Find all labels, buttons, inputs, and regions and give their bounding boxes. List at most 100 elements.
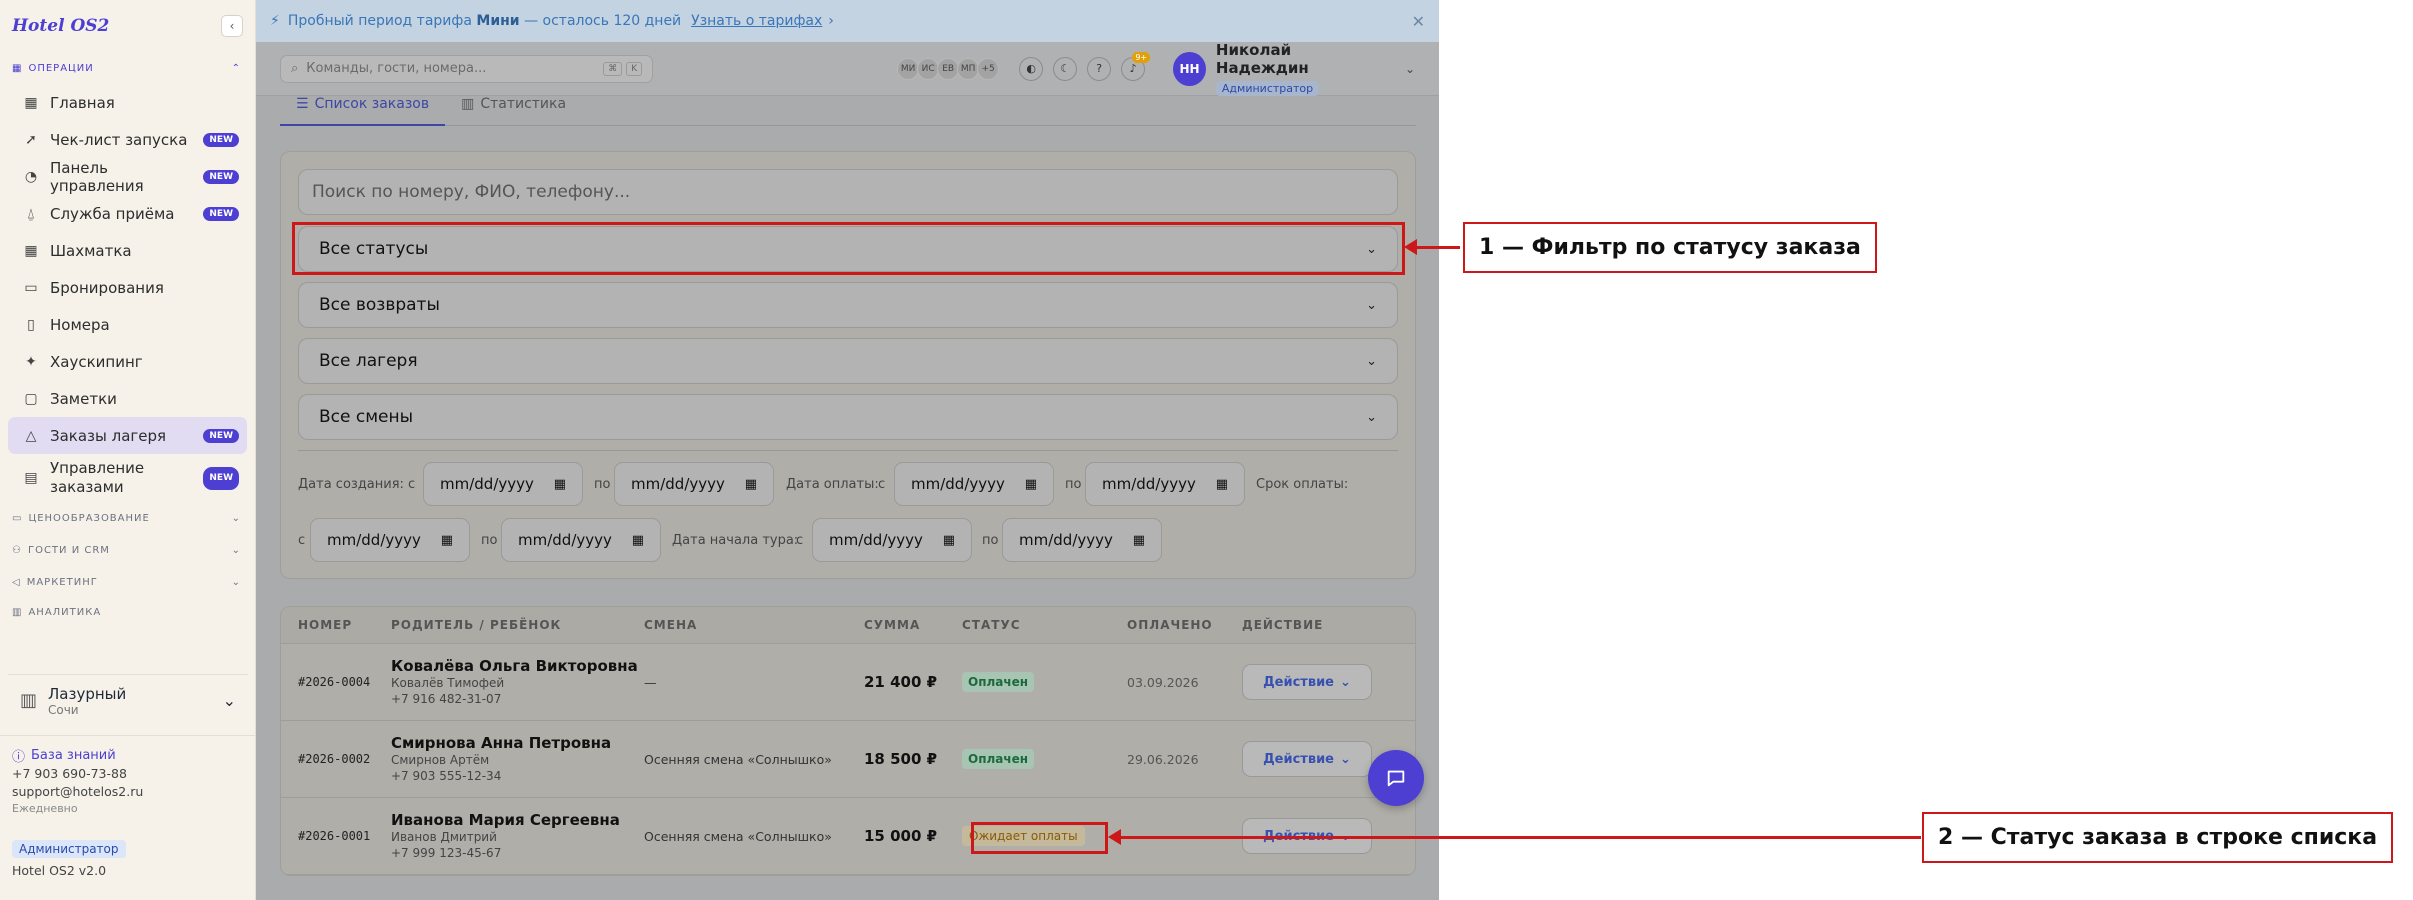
status-badge: Оплачен xyxy=(962,672,1035,692)
col-number[interactable]: НОМЕР xyxy=(281,618,391,632)
support-phone[interactable]: +7 903 690-73-88 xyxy=(12,766,244,784)
calendar-icon: ▦ xyxy=(440,532,453,548)
camps-filter-select[interactable]: Все лагеря ⌄ xyxy=(298,338,1398,384)
sidebar-item-notes[interactable]: ▢ Заметки xyxy=(8,380,247,417)
calendar-icon: ▦ xyxy=(942,532,955,548)
close-banner-button[interactable]: ✕ xyxy=(1412,12,1425,31)
order-shift: Осенняя смена «Солнышко» xyxy=(644,828,832,844)
sidebar-item-camp-orders[interactable]: △ Заказы лагеря NEW xyxy=(8,417,247,454)
sidebar-item-housekeeping[interactable]: ✦ Хаускипинг xyxy=(8,343,247,380)
tent-icon: △ xyxy=(25,427,37,444)
section-marketing[interactable]: ◁ МАРКЕТИНГ ⌄ xyxy=(0,566,255,598)
paid-to-date-input[interactable]: mm/dd/yyyy ▦ xyxy=(1085,462,1245,506)
collapse-sidebar-button[interactable]: ‹ xyxy=(221,15,243,37)
moon-icon[interactable]: ☾ xyxy=(1053,56,1078,81)
section-analytics[interactable]: ▥ АНАЛИТИКА xyxy=(0,598,255,618)
from-label: с xyxy=(298,533,306,548)
action-button[interactable]: Действие ⌄ xyxy=(1242,741,1372,777)
shifts-filter-select[interactable]: Все смены ⌄ xyxy=(298,394,1398,440)
palette-icon[interactable]: ◐ xyxy=(1019,56,1044,81)
sparkle-icon: ✦ xyxy=(25,353,37,370)
chevron-down-icon: ⌄ xyxy=(231,544,241,556)
section-guests-crm-label: ГОСТИ И CRM xyxy=(27,544,110,556)
sidebar-item-rooms[interactable]: ▯ Номера xyxy=(8,306,247,343)
megaphone-icon: ◁ xyxy=(12,576,21,588)
col-parent-child[interactable]: РОДИТЕЛЬ / РЕБЁНОК xyxy=(391,618,644,632)
col-action: ДЕЙСТВИЕ xyxy=(1242,618,1324,632)
from-label: с xyxy=(796,533,804,548)
calendar-icon: ▦ xyxy=(1132,532,1145,548)
gauge-icon: ◔ xyxy=(24,168,38,185)
col-status[interactable]: СТАТУС xyxy=(962,618,1127,632)
avatar: ИС xyxy=(917,57,940,80)
rocket-icon: ➚ xyxy=(25,131,37,148)
date-placeholder: mm/dd/yyyy xyxy=(1102,475,1196,493)
hotel-city: Сочи xyxy=(48,702,79,717)
table-row[interactable]: #2026-0002 Смирнова Анна Петровна Смирно… xyxy=(281,721,1415,798)
col-paid[interactable]: ОПЛАЧЕНО xyxy=(1127,618,1242,632)
from-label: с xyxy=(408,477,416,492)
order-number: #2026-0002 xyxy=(298,752,371,766)
orders-search-input[interactable]: Поиск по номеру, ФИО, телефону... xyxy=(298,169,1398,215)
sidebar-item-order-management[interactable]: ▤ Управление заказами NEW xyxy=(8,454,247,502)
avatar: ЕВ xyxy=(937,57,960,80)
to-label: по xyxy=(1065,477,1082,492)
date-placeholder: mm/dd/yyyy xyxy=(911,475,1005,493)
returns-filter-select[interactable]: Все возвраты ⌄ xyxy=(298,282,1398,328)
col-sum[interactable]: СУММА xyxy=(864,618,962,632)
chevron-down-icon: ⌄ xyxy=(231,576,241,588)
chevron-down-icon: ⌄ xyxy=(1366,409,1377,425)
bell-icon[interactable]: ♪ 9+ xyxy=(1121,51,1151,81)
banner-plan: Мини xyxy=(476,13,520,29)
due-from-date-input[interactable]: mm/dd/yyyy ▦ xyxy=(310,518,470,562)
section-guests-crm[interactable]: ⚇ ГОСТИ И CRM ⌄ xyxy=(0,534,255,566)
sidebar-item-front-desk[interactable]: ⍙ Служба приёма NEW xyxy=(8,195,247,232)
online-users[interactable]: МИ ИС ЕВ МП +5 xyxy=(897,57,1000,80)
list-icon: ☰ xyxy=(296,96,309,112)
tour-from-date-input[interactable]: mm/dd/yyyy ▦ xyxy=(812,518,972,562)
order-sum: 21 400 ₽ xyxy=(864,673,938,691)
book-icon: ▭ xyxy=(24,279,38,296)
calendar-icon: ▦ xyxy=(744,476,757,492)
command-search-input[interactable]: ⌕ Команды, гости, номера... ⌘ K xyxy=(280,54,654,83)
chat-button[interactable] xyxy=(1368,750,1424,806)
hotel-selector[interactable]: ▥ Лазурный Сочи ⌄ xyxy=(8,674,248,726)
section-pricing[interactable]: ▭ ЦЕНООБРАЗОВАНИЕ ⌄ xyxy=(0,502,255,534)
sidebar-item-label: Бронирования xyxy=(50,278,164,297)
pricing-link[interactable]: Узнать о тарифах xyxy=(691,13,822,29)
sidebar-item-launch-checklist[interactable]: ➚ Чек-лист запуска NEW xyxy=(8,121,247,158)
camps-filter-value: Все лагеря xyxy=(319,351,418,371)
paid-date: 29.06.2026 xyxy=(1127,751,1199,767)
sidebar-item-home[interactable]: ▦ Главная xyxy=(8,84,247,121)
user-menu[interactable]: НН Николай Надеждин Администратор ⌄ xyxy=(1173,41,1415,96)
help-icon[interactable]: ? xyxy=(1087,56,1112,81)
sidebar-item-dashboard[interactable]: ◔ Панель управления NEW xyxy=(8,158,247,195)
to-label: по xyxy=(594,477,611,492)
phone: +7 916 482-31-07 xyxy=(391,692,502,706)
tab-orders-list[interactable]: ☰ Список заказов xyxy=(280,96,446,126)
sidebar-item-bookings[interactable]: ▭ Бронирования xyxy=(8,269,247,306)
tour-start-label: Дата начала тура: xyxy=(672,533,799,548)
tab-statistics[interactable]: ▥ Статистика xyxy=(445,96,582,126)
child-name: Иванов Дмитрий xyxy=(391,830,497,844)
top-bar: ⌕ Команды, гости, номера... ⌘ K МИ ИС ЕВ… xyxy=(256,41,1439,96)
paid-from-date-input[interactable]: mm/dd/yyyy ▦ xyxy=(894,462,1054,506)
paid-date-label: Дата оплаты: xyxy=(786,477,879,492)
order-number: #2026-0001 xyxy=(298,829,371,843)
col-shift[interactable]: СМЕНА xyxy=(644,618,864,632)
knowledge-base-link[interactable]: ⓘ База знаний xyxy=(12,744,244,766)
sidebar-item-label: Чек-лист запуска xyxy=(50,130,188,149)
sidebar-item-label: Главная xyxy=(50,93,115,112)
table-row[interactable]: #2026-0004 Ковалёва Ольга Викторовна Ков… xyxy=(281,644,1415,721)
section-operations[interactable]: ▦ ОПЕРАЦИИ ⌃ xyxy=(0,52,255,84)
bell-icon: ⍙ xyxy=(26,205,36,222)
action-button[interactable]: Действие ⌄ xyxy=(1242,664,1372,700)
sidebar-item-chessboard[interactable]: ▦ Шахматка xyxy=(8,232,247,269)
command-search-placeholder: Команды, гости, номера... xyxy=(306,61,487,76)
tour-to-date-input[interactable]: mm/dd/yyyy ▦ xyxy=(1002,518,1162,562)
due-to-date-input[interactable]: mm/dd/yyyy ▦ xyxy=(501,518,661,562)
sidebar-item-label: Панель управления xyxy=(50,158,144,195)
created-to-date-input[interactable]: mm/dd/yyyy ▦ xyxy=(614,462,774,506)
support-email[interactable]: support@hotelos2.ru xyxy=(12,784,244,802)
created-from-date-input[interactable]: mm/dd/yyyy ▦ xyxy=(423,462,583,506)
